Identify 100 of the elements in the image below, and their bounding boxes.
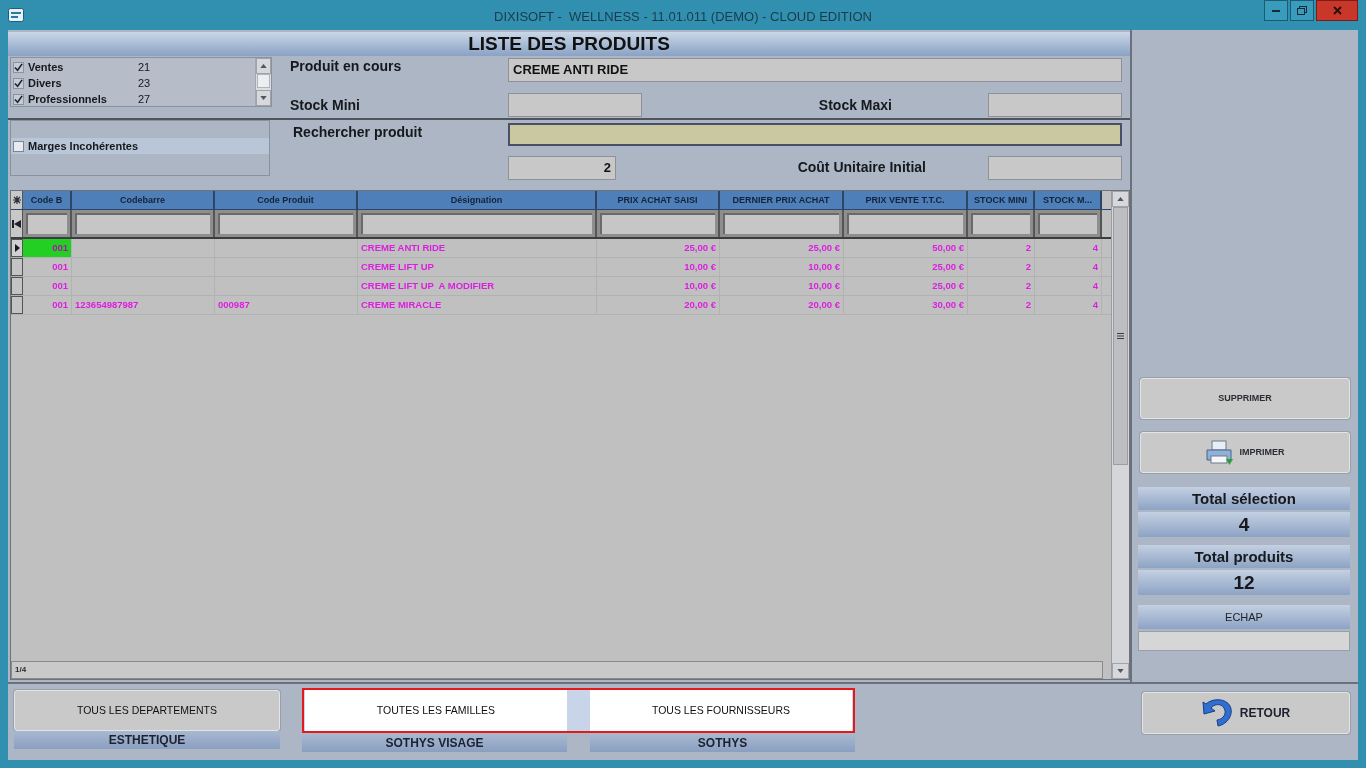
table-cell: 25,00 € bbox=[844, 258, 968, 276]
app-icon bbox=[8, 8, 24, 22]
filter-field[interactable] bbox=[723, 213, 839, 234]
minimize-button[interactable] bbox=[1264, 0, 1288, 21]
row-pointer-icon bbox=[14, 244, 20, 252]
table-cell: 4 bbox=[1035, 258, 1102, 276]
current-product-field[interactable]: CREME ANTI RIDE bbox=[508, 58, 1122, 82]
caret-down-icon bbox=[260, 96, 267, 100]
column-header[interactable]: STOCK M... bbox=[1035, 191, 1102, 209]
filter-value: SOTHYS VISAGE bbox=[302, 734, 567, 752]
table-cell: 10,00 € bbox=[597, 258, 720, 276]
back-button[interactable]: RETOUR bbox=[1142, 692, 1350, 734]
table-cell: 001 bbox=[23, 277, 72, 295]
table-cell: 10,00 € bbox=[597, 277, 720, 295]
field-label: Coût Unitaire Initial bbox=[797, 158, 926, 177]
table-cell: 20,00 € bbox=[597, 296, 720, 314]
table-cell: 4 bbox=[1035, 277, 1102, 295]
scroll-thumb[interactable] bbox=[257, 74, 270, 88]
field-label: Produit en cours bbox=[290, 58, 403, 74]
table-cell: 20,00 € bbox=[720, 296, 844, 314]
filter-field[interactable] bbox=[218, 213, 353, 234]
filter-value: SOTHYS bbox=[590, 734, 855, 752]
column-header[interactable]: Codebarre bbox=[72, 191, 215, 209]
scroll-thumb[interactable] bbox=[1113, 207, 1128, 465]
page-heading: LISTE DES PRODUITS bbox=[8, 32, 1130, 56]
filter-field[interactable] bbox=[361, 213, 592, 234]
table-cell: 25,00 € bbox=[720, 239, 844, 257]
quantity-field[interactable]: 2 bbox=[508, 155, 616, 180]
checkbox[interactable] bbox=[13, 140, 24, 152]
column-header[interactable]: Désignation bbox=[358, 191, 597, 209]
stock-max-field[interactable] bbox=[988, 93, 1122, 117]
column-header[interactable]: Code Produit bbox=[215, 191, 358, 209]
scroll-up-button[interactable] bbox=[256, 58, 271, 74]
filter-button[interactable]: TOUS LES DEPARTEMENTS bbox=[14, 690, 280, 731]
table-cell: 001 bbox=[23, 296, 72, 314]
table-cell: 4 bbox=[1035, 296, 1102, 314]
column-header[interactable]: Code B bbox=[23, 191, 72, 209]
grip-icon bbox=[1117, 333, 1124, 339]
unit-cost-field[interactable] bbox=[988, 155, 1122, 180]
caret-up-icon bbox=[260, 64, 267, 68]
filter-field[interactable] bbox=[971, 213, 1030, 234]
close-button[interactable] bbox=[1316, 0, 1358, 21]
total-label: Total sélection bbox=[1138, 487, 1350, 510]
filter-field[interactable] bbox=[1038, 213, 1097, 234]
table-cell: 000987 bbox=[215, 296, 358, 314]
escape-button[interactable]: ECHAP bbox=[1138, 605, 1350, 629]
print-button[interactable]: IMPRIMER bbox=[1140, 432, 1350, 473]
table-cell: 2 bbox=[968, 239, 1035, 257]
search-field[interactable] bbox=[508, 123, 1122, 146]
record-counter: 1/4 bbox=[15, 664, 27, 676]
category-label[interactable]: Divers bbox=[24, 74, 138, 92]
filter-value: ESTHETIQUE bbox=[14, 731, 280, 749]
row-selector[interactable] bbox=[11, 239, 23, 257]
printer-icon bbox=[1205, 439, 1234, 466]
scroll-down-button[interactable] bbox=[256, 90, 271, 106]
filter-field[interactable] bbox=[26, 213, 67, 234]
filter-field[interactable] bbox=[75, 213, 210, 234]
field-label: Rechercher produit bbox=[293, 123, 424, 141]
checkbox[interactable] bbox=[13, 93, 24, 105]
field-label: Stock Maxi bbox=[818, 95, 892, 115]
category-count: 27 bbox=[138, 91, 151, 107]
category-count: 23 bbox=[138, 75, 151, 91]
category-count: 21 bbox=[138, 59, 151, 75]
total-label: Total produits bbox=[1138, 545, 1350, 568]
restore-icon bbox=[1297, 6, 1307, 15]
filter-button[interactable]: TOUS LES FOURNISSEURS bbox=[590, 690, 852, 731]
checkbox[interactable] bbox=[13, 77, 24, 89]
maximize-button[interactable] bbox=[1290, 0, 1314, 21]
category-label[interactable]: Ventes bbox=[24, 58, 138, 76]
stock-min-field[interactable] bbox=[508, 93, 642, 117]
escape-field[interactable] bbox=[1138, 631, 1350, 651]
column-header[interactable]: PRIX VENTE T.T.C. bbox=[844, 191, 968, 209]
table-cell: 001 bbox=[23, 239, 72, 257]
filter-field[interactable] bbox=[600, 213, 715, 234]
total-value: 4 bbox=[1138, 512, 1350, 537]
table-cell: CREME LIFT UP A MODIFIER bbox=[358, 277, 597, 295]
scroll-down-button[interactable] bbox=[1112, 663, 1129, 679]
column-header[interactable]: STOCK MINI bbox=[968, 191, 1035, 209]
column-header[interactable]: PRIX ACHAT SAISI bbox=[597, 191, 720, 209]
table-cell: 25,00 € bbox=[597, 239, 720, 257]
asterisk-icon bbox=[12, 196, 21, 204]
window-title: DIXISOFT - WELLNESS - 11.01.011 (DEMO) - CLOUD EDITION bbox=[494, 8, 872, 26]
total-value: 12 bbox=[1138, 570, 1350, 595]
column-header[interactable]: DERNIER PRIX ACHAT bbox=[720, 191, 844, 209]
field-label: Stock Mini bbox=[290, 95, 361, 115]
scroll-up-button[interactable] bbox=[1112, 191, 1129, 207]
checkbox[interactable] bbox=[13, 61, 24, 73]
table-cell: 2 bbox=[968, 296, 1035, 314]
first-record-icon bbox=[12, 219, 21, 228]
table-cell: CREME MIRACLE bbox=[358, 296, 597, 314]
filter-field[interactable] bbox=[847, 213, 963, 234]
table-cell: 30,00 € bbox=[844, 296, 968, 314]
table-cell: 25,00 € bbox=[844, 277, 968, 295]
table-cell: CREME LIFT UP bbox=[358, 258, 597, 276]
filter-button[interactable]: TOUTES LES FAMILLES bbox=[305, 690, 567, 731]
table-cell: 50,00 € bbox=[844, 239, 968, 257]
category-label[interactable]: Professionnels bbox=[24, 90, 138, 108]
delete-button[interactable]: SUPPRIMER bbox=[1140, 378, 1350, 419]
table-cell: 2 bbox=[968, 258, 1035, 276]
caret-down-icon bbox=[1117, 669, 1124, 673]
